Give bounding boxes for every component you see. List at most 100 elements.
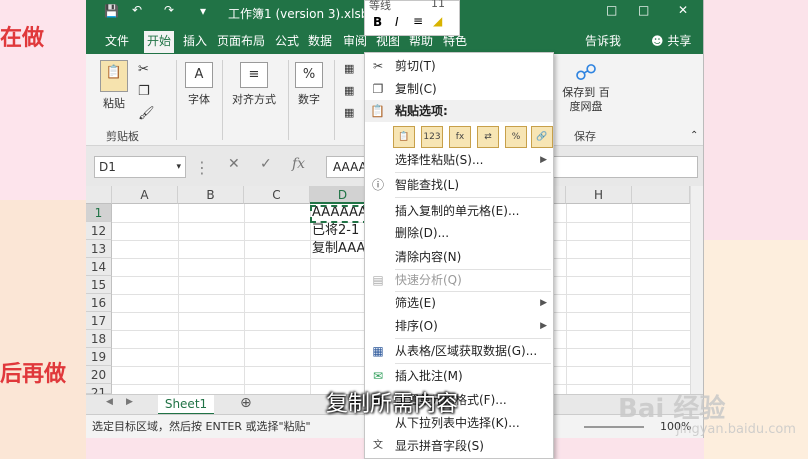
- percent-icon: %: [295, 62, 323, 88]
- paste-button[interactable]: 📋 粘贴: [96, 60, 132, 111]
- fill-color-icon[interactable]: ◢: [433, 14, 442, 28]
- conditional-format-icon[interactable]: ▦: [344, 62, 354, 75]
- ribbon-display-icon[interactable]: □: [606, 3, 617, 17]
- menu-item-sort[interactable]: 排序(O) ▶: [365, 315, 553, 337]
- row-header[interactable]: 12: [86, 222, 112, 240]
- cell-d13[interactable]: 复制AAA: [312, 240, 368, 258]
- font-name-box[interactable]: 等线: [369, 0, 391, 13]
- baidu-watermark-url: jingyan.baidu.com: [676, 422, 796, 437]
- menu-label: 智能查找(L): [395, 178, 460, 192]
- phonetic-icon: 文: [373, 440, 383, 451]
- close-icon[interactable]: ✕: [678, 3, 688, 17]
- gridline: [632, 204, 633, 394]
- row-header[interactable]: 14: [86, 258, 112, 276]
- row-header[interactable]: 18: [86, 330, 112, 348]
- alignment-button[interactable]: ≡ 对齐方式: [228, 62, 280, 107]
- copy-icon[interactable]: ❐: [138, 84, 150, 99]
- collapse-ribbon-icon[interactable]: ⌃: [690, 130, 698, 141]
- font-size-box[interactable]: 11: [431, 0, 445, 10]
- maximize-icon[interactable]: □: [638, 3, 649, 17]
- tab-formulas[interactable]: 公式: [272, 31, 302, 53]
- font-label: 字体: [188, 93, 210, 106]
- menu-item-smart-lookup[interactable]: ⓘ 智能查找(L): [365, 174, 553, 196]
- menu-label: 显示拼音字段(S): [395, 439, 484, 453]
- row-header[interactable]: 16: [86, 294, 112, 312]
- name-box[interactable]: D1 ▾: [94, 156, 186, 178]
- cut-icon[interactable]: ✂: [138, 62, 149, 77]
- tab-share[interactable]: ☻ 共享: [648, 31, 694, 53]
- mini-toolbar: 等线 11 B I ≡ ◢: [364, 0, 460, 36]
- menu-item-copy[interactable]: ❐ 复制(C): [365, 78, 553, 100]
- menu-item-clear[interactable]: 清除内容(N): [365, 246, 553, 268]
- paste-transpose-icon[interactable]: ⇄: [477, 126, 499, 148]
- ribbon-separator: [288, 60, 289, 140]
- bold-button[interactable]: B: [373, 15, 382, 29]
- save-to-baidu-button[interactable]: ☍ 保存到 百度网盘: [558, 62, 614, 114]
- paste-link-icon[interactable]: 🔗: [531, 126, 553, 148]
- baidu-save-label: 保存到 百度网盘: [562, 86, 610, 113]
- row-header[interactable]: 19: [86, 348, 112, 366]
- enter-icon[interactable]: ✓: [260, 156, 272, 172]
- menu-separator: [395, 197, 551, 198]
- menu-item-phonetic[interactable]: 文 显示拼音字段(S): [365, 435, 553, 457]
- menu-item-from-table[interactable]: ▦ 从表格/区域获取数据(G)...: [365, 340, 553, 362]
- smart-lookup-icon: ⓘ: [371, 178, 384, 192]
- row-header[interactable]: 13: [86, 240, 112, 258]
- row-header[interactable]: 15: [86, 276, 112, 294]
- align-icon: ≡: [240, 62, 268, 88]
- share-label: 共享: [667, 34, 692, 48]
- menu-item-paste-special[interactable]: 选择性粘贴(S)... ▶: [365, 149, 553, 171]
- undo-icon[interactable]: ↶: [132, 3, 142, 17]
- cell-styles-icon[interactable]: ▦: [344, 106, 354, 119]
- baidu-cloud-icon: ☍: [574, 61, 598, 86]
- column-header[interactable]: A: [112, 186, 178, 204]
- scroll-left-icon[interactable]: ◀: [106, 397, 113, 407]
- menu-item-insert-copied[interactable]: 插入复制的单元格(E)...: [365, 200, 553, 222]
- font-button[interactable]: A 字体: [182, 62, 216, 107]
- sheet-tab[interactable]: Sheet1: [158, 395, 214, 415]
- zoom-slider[interactable]: [584, 426, 644, 428]
- tab-tell-me[interactable]: 告诉我: [582, 31, 624, 53]
- paste-formulas-icon[interactable]: fx: [449, 126, 471, 148]
- menu-item-insert-comment[interactable]: ✉ 插入批注(M): [365, 365, 553, 387]
- column-header[interactable]: B: [178, 186, 244, 204]
- paste-formatting-icon[interactable]: %: [505, 126, 527, 148]
- paste-option-icon[interactable]: 📋: [393, 126, 415, 148]
- save-icon[interactable]: 💾: [104, 4, 119, 18]
- gridline: [178, 204, 179, 394]
- format-painter-icon[interactable]: 🖌: [138, 106, 155, 121]
- row-header[interactable]: 20: [86, 366, 112, 384]
- column-header[interactable]: [632, 186, 690, 204]
- background-text-bottom: 后再做: [0, 362, 67, 387]
- column-header[interactable]: H: [566, 186, 632, 204]
- column-header[interactable]: C: [244, 186, 310, 204]
- row-header[interactable]: 1: [86, 204, 112, 222]
- copy-icon: ❐: [372, 82, 384, 96]
- row-header[interactable]: 21: [86, 384, 112, 400]
- table-format-icon[interactable]: ▦: [344, 84, 354, 97]
- tab-home[interactable]: 开始: [144, 31, 175, 53]
- tab-insert[interactable]: 插入: [180, 31, 210, 53]
- ribbon-separator: [176, 60, 177, 140]
- number-button[interactable]: % 数字: [292, 62, 326, 107]
- cell-d12[interactable]: 已将2-1: [312, 222, 368, 240]
- add-sheet-icon[interactable]: ⊕: [240, 395, 252, 411]
- tab-data[interactable]: 数据: [305, 31, 335, 53]
- menu-item-delete[interactable]: 删除(D)...: [365, 222, 553, 244]
- insert-function-icon[interactable]: fx: [292, 156, 305, 172]
- scroll-right-icon[interactable]: ▶: [126, 397, 133, 407]
- tab-page-layout[interactable]: 页面布局: [214, 31, 268, 53]
- chevron-down-icon: ▾: [176, 162, 181, 172]
- vertical-scrollbar[interactable]: [690, 186, 703, 394]
- paste-values-icon[interactable]: 123: [421, 126, 443, 148]
- menu-item-filter[interactable]: 筛选(E) ▶: [365, 292, 553, 314]
- select-all-corner[interactable]: [86, 186, 112, 204]
- cancel-icon[interactable]: ✕: [228, 156, 240, 172]
- menu-item-cut[interactable]: ✂ 剪切(T): [365, 55, 553, 77]
- tab-file[interactable]: 文件: [102, 31, 132, 53]
- redo-icon[interactable]: ↷: [164, 3, 174, 17]
- align-center-icon[interactable]: ≡: [413, 14, 423, 28]
- italic-button[interactable]: I: [395, 15, 399, 29]
- row-header[interactable]: 17: [86, 312, 112, 330]
- customize-icon[interactable]: ▾: [200, 4, 206, 18]
